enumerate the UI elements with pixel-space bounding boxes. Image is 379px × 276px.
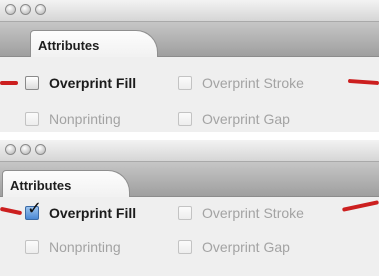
zoom-button-icon[interactable] (35, 144, 46, 155)
annotation-arrow-left (0, 81, 18, 85)
nonprinting-option: Nonprinting (25, 111, 121, 127)
window-controls (5, 4, 46, 15)
overprint-stroke-option: Overprint Stroke (178, 75, 304, 91)
nonprinting-checkbox (25, 240, 39, 254)
overprint-fill-checkbox[interactable]: ✓ (25, 200, 42, 220)
nonprinting-option: Nonprinting (25, 239, 121, 255)
checkmark-icon: ✓ (27, 198, 43, 219)
zoom-button-icon[interactable] (35, 4, 46, 15)
nonprinting-label: Nonprinting (49, 239, 121, 255)
attributes-panel-unchecked: Attributes Overprint Fill Overprint Stro… (0, 0, 379, 132)
attributes-content: ✓ Overprint Fill Overprint Stroke Nonpri… (0, 197, 379, 276)
overprint-stroke-checkbox (178, 206, 192, 220)
overprint-gap-option: Overprint Gap (178, 239, 290, 255)
overprint-fill-label: Overprint Fill (49, 205, 137, 221)
overprint-stroke-option: Overprint Stroke (178, 205, 304, 221)
attributes-content: Overprint Fill Overprint Stroke Nonprint… (0, 57, 379, 132)
window-controls (5, 144, 46, 155)
tab-attributes[interactable]: Attributes (2, 170, 130, 198)
nonprinting-checkbox (25, 112, 39, 126)
overprint-gap-option: Overprint Gap (178, 111, 290, 127)
overprint-stroke-checkbox (178, 76, 192, 90)
minimize-button-icon[interactable] (20, 4, 31, 15)
overprint-fill-option[interactable]: Overprint Fill (25, 75, 136, 91)
tab-strip: Attributes (0, 162, 379, 198)
nonprinting-label: Nonprinting (49, 111, 121, 127)
tab-attributes[interactable]: Attributes (30, 30, 158, 58)
close-button-icon[interactable] (5, 144, 16, 155)
overprint-fill-label: Overprint Fill (49, 75, 137, 91)
overprint-gap-checkbox (178, 240, 192, 254)
window-titlebar (0, 140, 379, 162)
window-titlebar (0, 0, 379, 22)
overprint-gap-label: Overprint Gap (202, 111, 290, 127)
overprint-stroke-label: Overprint Stroke (202, 75, 304, 91)
minimize-button-icon[interactable] (20, 144, 31, 155)
close-button-icon[interactable] (5, 4, 16, 15)
overprint-fill-checkbox[interactable] (25, 76, 39, 90)
overprint-gap-label: Overprint Gap (202, 239, 290, 255)
tab-strip: Attributes (0, 22, 379, 58)
overprint-fill-option[interactable]: ✓ Overprint Fill (25, 200, 137, 221)
overprint-stroke-label: Overprint Stroke (202, 205, 304, 221)
overprint-gap-checkbox (178, 112, 192, 126)
attributes-panel-checked: Attributes ✓ Overprint Fill Overprint St… (0, 140, 379, 276)
